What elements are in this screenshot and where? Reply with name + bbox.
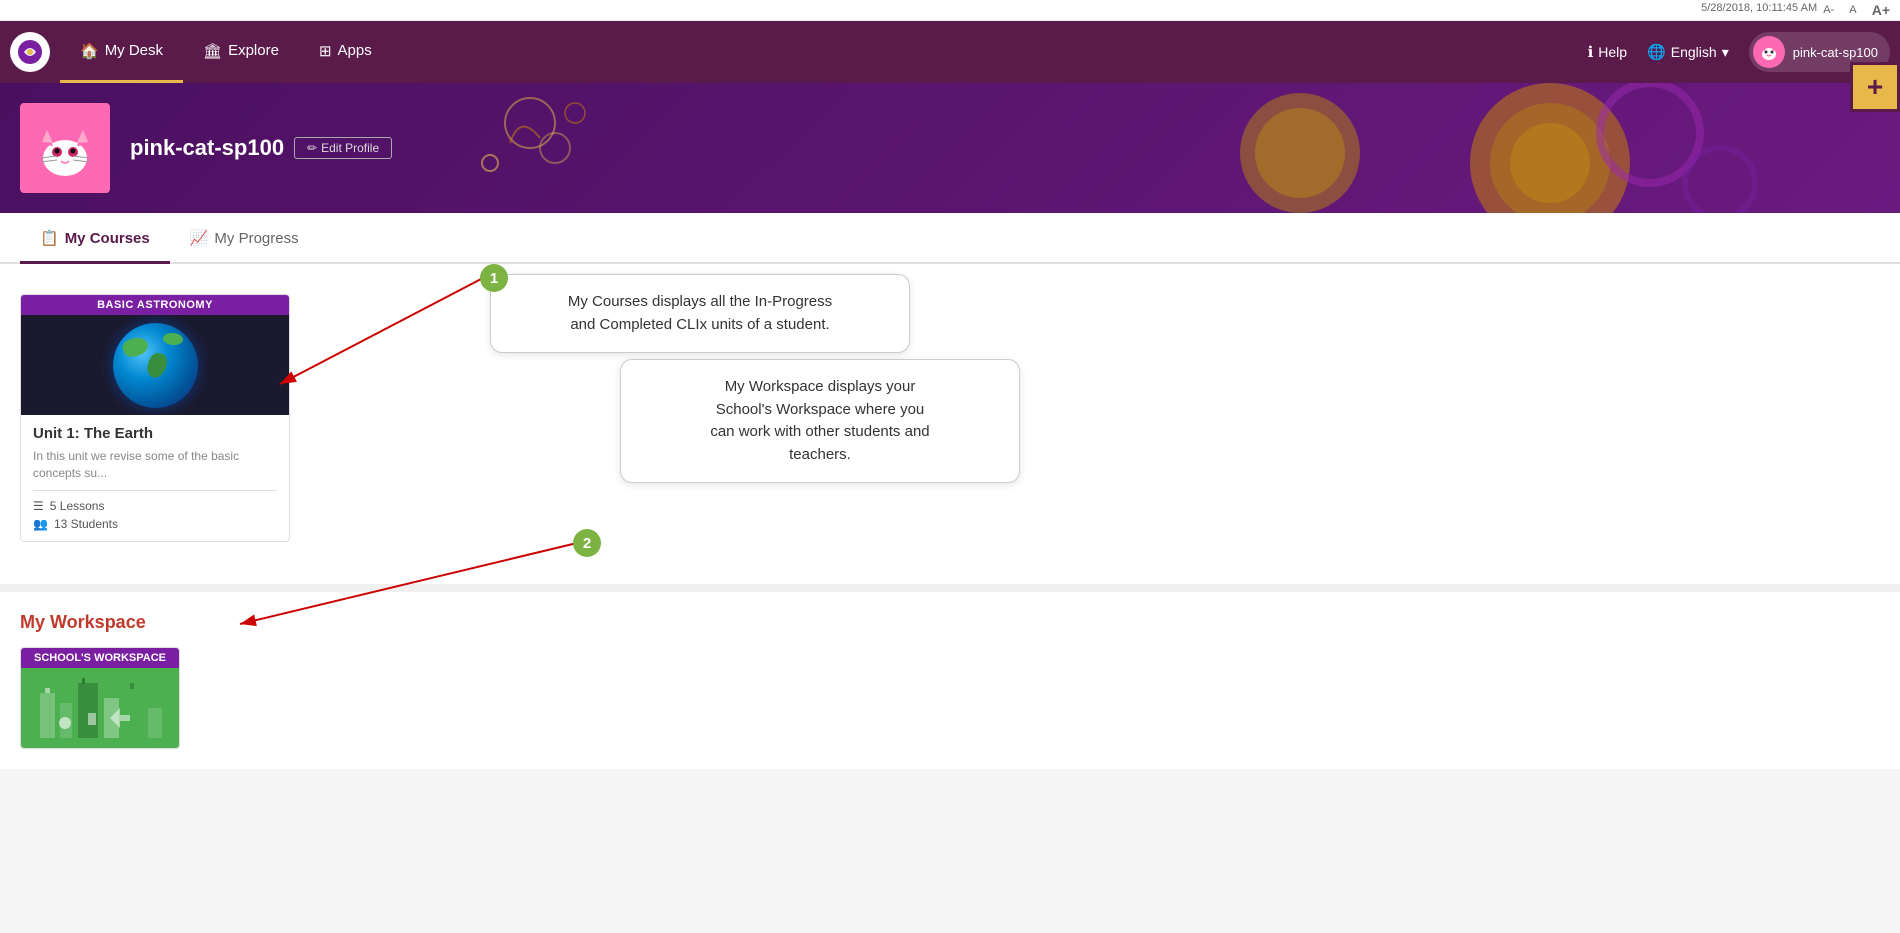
tooltip-1-text: My Courses displays all the In-Progress … xyxy=(568,293,832,333)
nav-explore[interactable]: 🏛 Explore xyxy=(183,21,299,83)
help-label: Help xyxy=(1598,44,1627,60)
logo[interactable] xyxy=(10,32,50,72)
apps-label: Apps xyxy=(338,42,372,59)
tooltip-2: My Workspace displays your School's Work… xyxy=(620,359,1020,483)
workspace-section: My Workspace SCHOOL'S WORKSPACE xyxy=(0,584,1900,769)
my-courses-tab-label: My Courses xyxy=(65,230,150,247)
font-small[interactable]: A- xyxy=(1823,4,1834,16)
timestamp: 5/28/2018, 10:11:45 AM xyxy=(1701,2,1817,18)
mydesk-icon: 🏠 xyxy=(80,42,99,60)
profile-name-row: pink-cat-sp100 ✏ Edit Profile xyxy=(130,135,392,161)
right-nav: ℹ Help 🌐 English ▾ pink-cat-sp1 xyxy=(1588,32,1890,72)
font-normal[interactable]: A xyxy=(1849,4,1856,16)
annotation-2: 2 xyxy=(573,529,601,557)
course-title: Unit 1: The Earth xyxy=(33,425,277,442)
tab-my-courses[interactable]: 📋 My Courses xyxy=(20,213,170,264)
font-large[interactable]: A+ xyxy=(1872,2,1890,18)
workspace-illustration xyxy=(30,673,170,743)
nav-apps[interactable]: ⊞ Apps xyxy=(299,21,392,83)
plus-button[interactable]: + xyxy=(1850,62,1900,112)
course-image xyxy=(21,315,289,415)
profile-header: pink-cat-sp100 ✏ Edit Profile xyxy=(0,83,1900,213)
edit-profile-button[interactable]: ✏ Edit Profile xyxy=(294,137,392,159)
profile-username: pink-cat-sp100 xyxy=(130,135,284,161)
chevron-down-icon: ▾ xyxy=(1722,44,1729,61)
course-card[interactable]: BASIC ASTRONOMY Unit 1: The Earth In thi… xyxy=(20,294,290,542)
course-description: In this unit we revise some of the basic… xyxy=(33,448,277,482)
workspace-image xyxy=(21,668,179,748)
course-meta: ☰ 5 Lessons 👥 13 Students xyxy=(33,499,277,531)
workspace-badge: SCHOOL'S WORKSPACE xyxy=(21,648,179,668)
tooltip-1: My Courses displays all the In-Progress … xyxy=(490,274,910,353)
user-avatar-small xyxy=(1753,36,1785,68)
apps-icon: ⊞ xyxy=(319,42,332,60)
course-badge: BASIC ASTRONOMY xyxy=(21,295,289,315)
workspace-card[interactable]: SCHOOL'S WORKSPACE xyxy=(20,647,180,749)
nav-mydesk[interactable]: 🏠 My Desk xyxy=(60,21,183,83)
my-progress-tab-icon: 📈 xyxy=(190,229,209,247)
main-content: 1 My Courses displays all the In-Progres… xyxy=(0,264,1900,584)
system-bar: 5/28/2018, 10:11:45 AM A- A A+ xyxy=(0,0,1900,21)
globe-icon: 🌐 xyxy=(1647,43,1666,61)
course-divider xyxy=(33,490,277,491)
workspace-title: My Workspace xyxy=(20,612,1880,633)
course-body: Unit 1: The Earth In this unit we revise… xyxy=(21,415,289,541)
help-button[interactable]: ℹ Help xyxy=(1588,43,1628,61)
tab-my-progress[interactable]: 📈 My Progress xyxy=(170,213,319,264)
username-display: pink-cat-sp100 xyxy=(1793,45,1878,60)
lessons-icon: ☰ xyxy=(33,499,44,513)
lang-label: English xyxy=(1671,44,1717,60)
help-icon: ℹ xyxy=(1588,43,1594,61)
tooltip-2-text: My Workspace displays your School's Work… xyxy=(710,378,929,463)
mydesk-label: My Desk xyxy=(105,42,163,59)
my-progress-tab-label: My Progress xyxy=(214,230,298,247)
edit-icon: ✏ xyxy=(307,141,317,155)
lessons-count: ☰ 5 Lessons xyxy=(33,499,277,513)
explore-icon: 🏛 xyxy=(203,42,222,60)
profile-avatar xyxy=(20,103,110,193)
tabs-bar: 📋 My Courses 📈 My Progress xyxy=(0,213,1900,264)
navbar: 🏠 My Desk 🏛 Explore ⊞ Apps ℹ Help 🌐 Engl… xyxy=(0,21,1900,83)
language-button[interactable]: 🌐 English ▾ xyxy=(1647,43,1729,61)
my-courses-tab-icon: 📋 xyxy=(40,229,59,247)
explore-label: Explore xyxy=(228,42,279,59)
students-count: 👥 13 Students xyxy=(33,517,277,531)
annotation-1: 1 xyxy=(480,264,508,292)
nav-items: 🏠 My Desk 🏛 Explore ⊞ Apps xyxy=(60,21,392,83)
profile-info: pink-cat-sp100 ✏ Edit Profile xyxy=(130,135,392,161)
students-icon: 👥 xyxy=(33,517,48,531)
earth-image xyxy=(113,323,198,408)
